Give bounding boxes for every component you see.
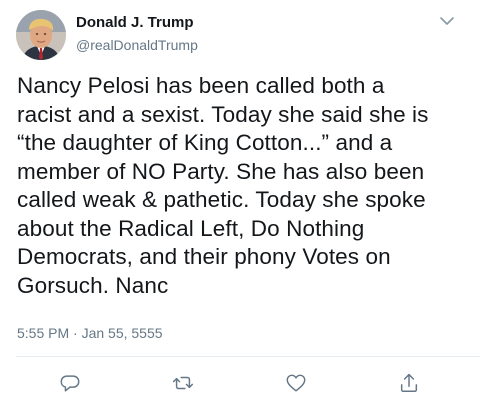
- tweet-line: racist and a sexist. Today she said she …: [17, 101, 429, 127]
- reply-button[interactable]: [57, 370, 83, 396]
- tweet-line: Gorsuch. Nanc: [17, 272, 169, 298]
- tweet-line: about the Radical Left, Do Nothing: [17, 215, 365, 241]
- tweet-line: Nancy Pelosi has been called both a: [17, 73, 385, 98]
- reply-icon: [60, 375, 80, 392]
- tweet-card: Donald J. Trump @realDonaldTrump Nancy P…: [0, 0, 480, 410]
- tweet-line: called weak & pathetic. Today she spoke: [17, 187, 426, 212]
- profile-photo-icon: [16, 10, 66, 60]
- share-button[interactable]: [396, 370, 422, 396]
- tweet-timestamp[interactable]: 5:55 PM · Jan 55, 5555: [17, 325, 163, 342]
- chevron-down-icon[interactable]: [438, 14, 456, 28]
- share-icon: [400, 373, 418, 392]
- like-button[interactable]: [283, 370, 309, 396]
- tweet-line: Democrats, and their phony Votes on: [17, 244, 391, 269]
- retweet-icon: [172, 376, 194, 390]
- divider: [16, 356, 480, 357]
- retweet-button[interactable]: [170, 370, 196, 396]
- tweet-line: “the daughter of King Cotton...” and a: [17, 130, 393, 155]
- tweet-body: Nancy Pelosi has been called both a raci…: [17, 72, 467, 300]
- tweet-line: member of NO Party. She has also been: [17, 158, 425, 184]
- author-display-name[interactable]: Donald J. Trump: [76, 14, 194, 32]
- author-handle[interactable]: @realDonaldTrump: [76, 37, 198, 54]
- like-icon: [286, 374, 306, 392]
- avatar[interactable]: [16, 10, 66, 60]
